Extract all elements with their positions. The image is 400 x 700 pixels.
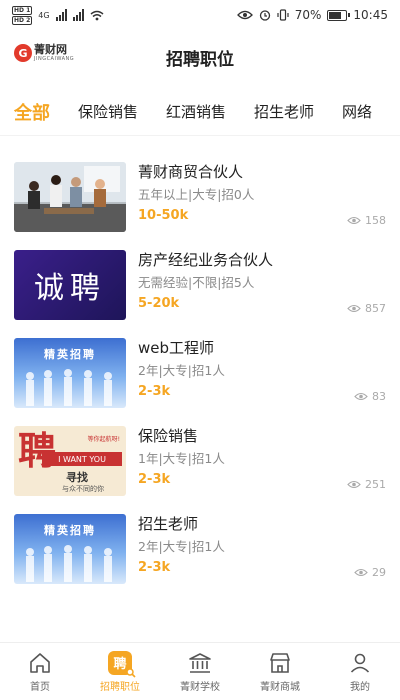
view-count: 83	[354, 390, 386, 403]
battery-percent: 70%	[294, 8, 322, 22]
job-list-item[interactable]: 聘 等你起航呀! I WANT YOU 寻找 与众不同的你 保险销售 1年|大专…	[0, 414, 400, 502]
home-icon	[30, 652, 50, 673]
tab-admissions-teacher[interactable]: 招生老师	[254, 101, 314, 122]
job-title: web工程师	[138, 339, 215, 357]
nav-label: 招聘职位	[100, 681, 140, 693]
job-title: 房产经纪业务合伙人	[138, 251, 274, 269]
signal-icon	[55, 9, 67, 21]
hd1-badge: HD 1	[12, 5, 33, 15]
logo-cn: 菁财网	[34, 43, 67, 56]
job-list-item[interactable]: 诚聘 房产经纪业务合伙人 无需经验|不限|招5人 5-20k 857	[0, 238, 400, 326]
view-count-value: 251	[365, 478, 386, 491]
tab-insurance-sales[interactable]: 保险销售	[78, 101, 138, 122]
view-count: 857	[347, 302, 386, 315]
logo-en: JINGCAIWANG	[34, 56, 75, 62]
job-meta: 2年|大专|招1人	[138, 363, 225, 378]
job-salary: 2-3k	[138, 384, 171, 399]
hd2-badge: HD 2	[12, 15, 33, 25]
eye-icon	[354, 568, 368, 577]
job-info: web工程师 2年|大专|招1人 2-3k	[138, 338, 388, 401]
status-right: 70% 10:45	[236, 8, 388, 22]
eye-icon	[347, 304, 361, 313]
job-meta: 2年|大专|招1人	[138, 539, 225, 554]
category-tabs: 全部 保险销售 红酒销售 招生老师 网络	[0, 88, 400, 136]
view-count-value: 29	[372, 566, 386, 579]
thumb-small: 与众不同的你	[62, 485, 104, 493]
thumb-seek: 寻找	[66, 471, 88, 484]
hd-badges: HD 1 HD 2	[12, 5, 33, 25]
view-count-value: 857	[365, 302, 386, 315]
view-count: 158	[347, 214, 386, 227]
clock: 10:45	[353, 8, 388, 22]
battery-icon	[327, 9, 351, 21]
profile-icon	[350, 653, 370, 673]
battery-fill	[329, 11, 341, 19]
silhouettes-illustration	[26, 369, 112, 406]
status-left: HD 1 HD 2 4G	[12, 5, 104, 25]
job-list-item[interactable]: 精英招聘 web工程师 2年|大专|招1人 2-3k 83	[0, 326, 400, 414]
job-title: 招生老师	[138, 515, 199, 533]
eye-icon	[354, 392, 368, 401]
nav-label: 菁财商城	[260, 681, 300, 693]
silhouettes-illustration	[26, 545, 112, 582]
alarm-icon	[259, 10, 270, 21]
recruit-icon: 聘	[108, 650, 136, 678]
school-icon	[189, 652, 211, 673]
thumb-text: 精英招聘	[44, 348, 96, 361]
tab-wine-sales[interactable]: 红酒销售	[166, 101, 226, 122]
nav-profile[interactable]: 我的	[320, 643, 400, 700]
job-salary: 2-3k	[138, 560, 171, 575]
view-count-value: 83	[372, 390, 386, 403]
job-info: 招生老师 2年|大专|招1人 2-3k	[138, 514, 388, 577]
wifi-icon	[90, 10, 104, 20]
thumb-text: 精英招聘	[44, 524, 96, 537]
job-title: 保险销售	[138, 427, 199, 445]
logo-mark-icon: G	[14, 44, 32, 62]
job-meta: 无需经验|不限|招5人	[138, 275, 255, 290]
view-count: 29	[354, 566, 386, 579]
eye-icon	[347, 480, 361, 489]
tab-all[interactable]: 全部	[14, 99, 50, 125]
nav-recruit[interactable]: 聘 招聘职位	[80, 643, 160, 700]
search-badge-icon	[126, 667, 136, 678]
shop-icon	[270, 652, 290, 673]
eye-comfort-icon	[236, 10, 253, 20]
meeting-photo-illustration	[14, 162, 126, 232]
thumb-text: 诚聘	[34, 271, 106, 306]
job-thumbnail-elite: 精英招聘	[14, 514, 126, 584]
thumb-tag: 等你起航呀!	[87, 436, 120, 443]
bottom-nav: 首页 聘 招聘职位 菁财学校 菁财商城 我的	[0, 642, 400, 700]
job-thumbnail-banner: 诚聘	[14, 250, 126, 320]
vibrate-icon	[277, 9, 289, 21]
job-list: 菁财商贸合伙人 五年以上|大专|招0人 10-50k 158 诚聘 房产经纪业务…	[0, 150, 400, 590]
nav-label: 菁财学校	[180, 681, 220, 693]
network-label: 4G	[38, 10, 50, 20]
job-thumbnail-elite: 精英招聘	[14, 338, 126, 408]
app-header: G 菁财网 JINGCAIWANG 招聘职位	[0, 30, 400, 84]
nav-shop[interactable]: 菁财商城	[240, 643, 320, 700]
status-bar: HD 1 HD 2 4G 70% 10:45	[0, 0, 400, 30]
job-meta: 1年|大专|招1人	[138, 451, 225, 466]
job-list-item[interactable]: 菁财商贸合伙人 五年以上|大专|招0人 10-50k 158	[0, 150, 400, 238]
job-title: 菁财商贸合伙人	[138, 163, 244, 181]
signal-icon-2	[72, 9, 84, 21]
app-logo: G 菁财网 JINGCAIWANG	[14, 44, 74, 62]
nav-home[interactable]: 首页	[0, 643, 80, 700]
job-thumbnail-want: 聘 等你起航呀! I WANT YOU 寻找 与众不同的你	[14, 426, 126, 496]
nav-label: 首页	[30, 681, 50, 693]
page-title: 招聘职位	[166, 49, 234, 70]
view-count: 251	[347, 478, 386, 491]
tab-network[interactable]: 网络	[342, 101, 372, 122]
job-list-item[interactable]: 精英招聘 招生老师 2年|大专|招1人 2-3k 29	[0, 502, 400, 590]
nav-label: 我的	[350, 681, 370, 693]
thumb-band: I WANT YOU	[42, 452, 122, 466]
view-count-value: 158	[365, 214, 386, 227]
logo-text: 菁财网 JINGCAIWANG	[34, 43, 75, 63]
nav-school[interactable]: 菁财学校	[160, 643, 240, 700]
job-meta: 五年以上|大专|招0人	[138, 187, 255, 202]
job-thumbnail-photo	[14, 162, 126, 232]
eye-icon	[347, 216, 361, 225]
